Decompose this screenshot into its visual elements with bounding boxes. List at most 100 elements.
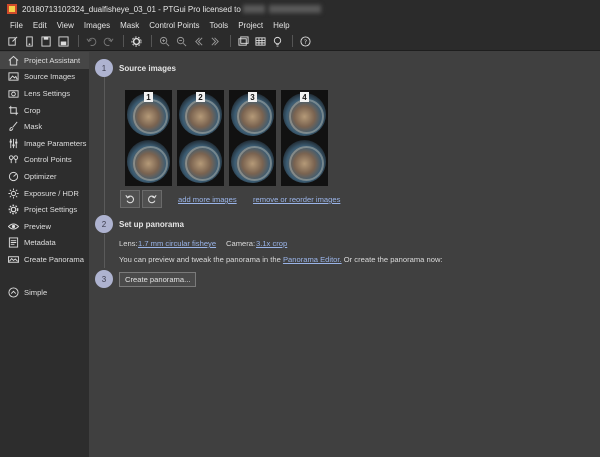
image-thumbnail-1[interactable]: 1 [125, 90, 172, 186]
settings-icon[interactable] [129, 34, 144, 49]
gear-icon [8, 204, 19, 215]
camera-icon [8, 90, 19, 98]
redo-icon[interactable] [101, 34, 116, 49]
preview-hint-before: You can preview and tweak the panorama i… [119, 255, 281, 264]
sidebar-item-image-parameters[interactable]: Image Parameters [0, 135, 89, 152]
control-points-icon [8, 155, 19, 164]
sidebar-item-project-assistant[interactable]: Project Assistant [0, 52, 89, 69]
help-icon[interactable]: ? [298, 34, 313, 49]
image-number-badge: 1 [144, 92, 153, 102]
sidebar-item-optimizer[interactable]: Optimizer [0, 168, 89, 185]
panorama-editor-link[interactable]: Panorama Editor. [283, 255, 342, 264]
add-more-images-link[interactable]: add more images [178, 195, 237, 204]
table-icon[interactable] [253, 34, 268, 49]
fisheye-image [283, 140, 326, 183]
sidebar-item-label: Project Settings [24, 205, 78, 215]
sidebar-item-label: Exposure / HDR [24, 188, 79, 198]
step-2-title: Set up panorama [119, 220, 184, 229]
menu-help[interactable]: Help [268, 21, 294, 30]
rotate-right-button[interactable] [142, 190, 162, 208]
image-thumbnail-3[interactable]: 3 [229, 90, 276, 186]
sidebar-item-exposure-hdr[interactable]: Exposure / HDR [0, 185, 89, 202]
home-icon [8, 55, 19, 66]
sidebar-item-label: Create Panorama [24, 254, 84, 264]
toolbar-separator [123, 35, 124, 47]
rotate-left-icon [125, 194, 134, 204]
sidebar-item-label: Mask [24, 122, 43, 132]
remove-or-reorder-images-link[interactable]: remove or reorder images [253, 195, 340, 204]
metadata-icon [8, 237, 19, 248]
sidebar-item-project-settings[interactable]: Project Settings [0, 201, 89, 218]
sidebar-item-source-images[interactable]: Source Images [0, 69, 89, 86]
save-as-icon[interactable] [39, 34, 54, 49]
sidebar-item-metadata[interactable]: Metadata [0, 235, 89, 252]
step-1-badge: 1 [95, 59, 113, 77]
image-number-badge: 3 [248, 92, 257, 102]
menu-view[interactable]: View [52, 21, 79, 30]
bulb-icon[interactable] [270, 34, 285, 49]
sidebar-item-lens-settings[interactable]: Lens Settings [0, 85, 89, 102]
menu-control-points[interactable]: Control Points [144, 21, 204, 30]
sidebar-item-label: Crop [24, 105, 41, 115]
step-connector [104, 234, 105, 268]
window-title: 20180713102324_dualfisheye_03_01 - PTGui… [22, 5, 323, 14]
image-number-badge: 2 [196, 92, 205, 102]
blurred-name [242, 5, 265, 14]
project-assistant-panel: 1 Source images 1 2 3 4 add more images … [89, 52, 600, 457]
eye-icon [8, 223, 19, 230]
crop-icon [8, 105, 19, 115]
step-2-badge: 2 [95, 215, 113, 233]
sliders-icon [9, 138, 18, 148]
lens-link[interactable]: 1.7 mm circular fisheye [138, 239, 216, 248]
panorama-editor-icon[interactable] [236, 34, 251, 49]
rotate-left-button[interactable] [120, 190, 140, 208]
sidebar: Project Assistant Source Images Lens Set… [0, 52, 89, 457]
menu-project[interactable]: Project [233, 21, 268, 30]
fisheye-image [179, 140, 222, 183]
ptgui-app-icon [7, 4, 17, 14]
sidebar-item-crop[interactable]: Crop [0, 102, 89, 119]
sun-icon [8, 188, 19, 199]
menu-edit[interactable]: Edit [28, 21, 52, 30]
menu-file[interactable]: File [5, 21, 28, 30]
previous-icon[interactable] [191, 34, 206, 49]
toolbar: ? [0, 32, 600, 51]
sidebar-item-preview[interactable]: Preview [0, 218, 89, 235]
image-thumbnail-4[interactable]: 4 [281, 90, 328, 186]
step-3-badge: 3 [95, 270, 113, 288]
sidebar-item-mask[interactable]: Mask [0, 118, 89, 135]
rotate-right-icon [148, 194, 157, 204]
image-icon [8, 72, 19, 82]
open-icon[interactable] [22, 34, 37, 49]
sidebar-item-simple-mode[interactable]: Simple [0, 284, 89, 301]
zoom-in-icon[interactable] [157, 34, 172, 49]
fisheye-image [127, 140, 170, 183]
sidebar-item-label: Project Assistant [24, 55, 81, 65]
camera-label: Camera: [226, 239, 256, 248]
menu-tools[interactable]: Tools [205, 21, 234, 30]
image-thumbnail-2[interactable]: 2 [177, 90, 224, 186]
brush-icon [9, 121, 18, 132]
chevron-up-circle-icon [8, 286, 19, 298]
sidebar-item-control-points[interactable]: Control Points [0, 152, 89, 169]
menu-images[interactable]: Images [79, 21, 115, 30]
create-panorama-button[interactable]: Create panorama... [119, 272, 197, 287]
preview-hint-text: You can preview and tweak the panorama i… [119, 255, 443, 264]
lens-label: Lens: [119, 239, 138, 248]
undo-icon[interactable] [84, 34, 99, 49]
panorama-icon [8, 256, 19, 263]
sidebar-item-label: Lens Settings [24, 88, 71, 98]
zoom-out-icon[interactable] [174, 34, 189, 49]
toolbar-separator [78, 35, 79, 47]
sidebar-item-label: Metadata [24, 238, 56, 248]
new-project-icon[interactable] [5, 34, 20, 49]
camera-link[interactable]: 3.1x crop [256, 239, 287, 248]
sidebar-item-label: Source Images [24, 72, 76, 82]
title-bar: 20180713102324_dualfisheye_03_01 - PTGui… [0, 0, 600, 18]
next-icon[interactable] [208, 34, 223, 49]
menu-mask[interactable]: Mask [115, 21, 144, 30]
sidebar-item-create-panorama[interactable]: Create Panorama [0, 251, 89, 268]
toolbar-separator [292, 35, 293, 47]
menu-bar: File Edit View Images Mask Control Point… [0, 18, 600, 32]
save-icon[interactable] [56, 34, 71, 49]
